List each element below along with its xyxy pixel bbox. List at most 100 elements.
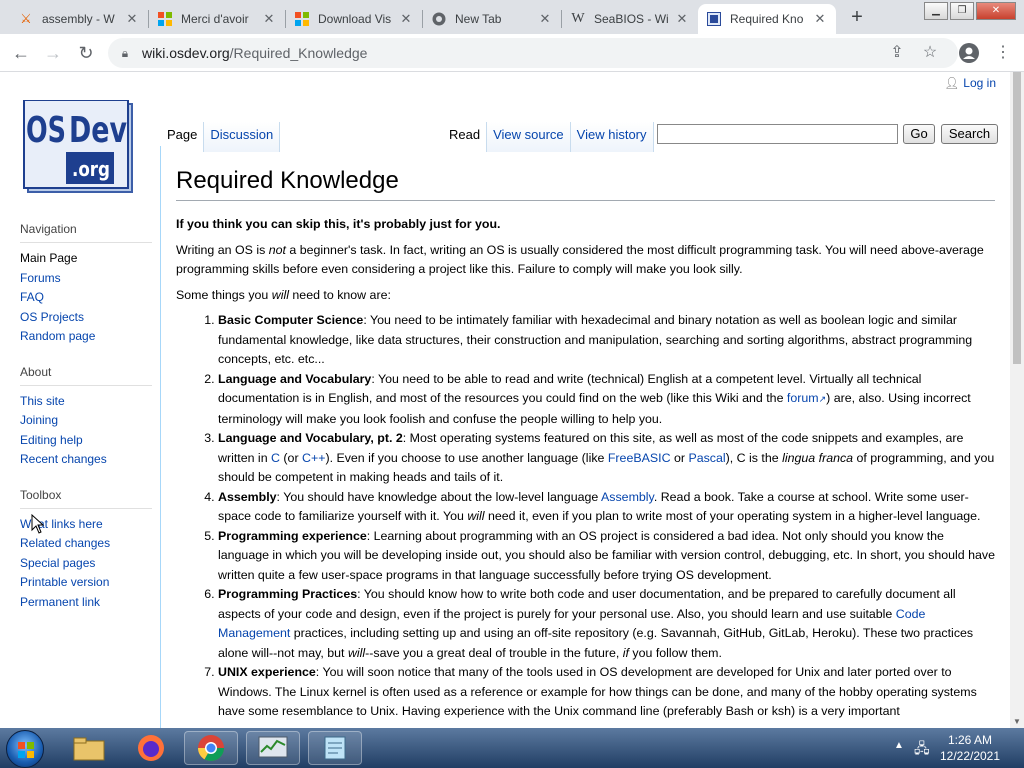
search-button[interactable]: Search (941, 124, 998, 144)
sidebar-item-editing-help[interactable]: Editing help (20, 431, 160, 451)
tab-title: Download Vis (318, 12, 392, 26)
address-bar[interactable]: 🔒︎ wiki.osdev.org/Required_Knowledge (108, 38, 958, 68)
new-tab-button[interactable]: + (845, 6, 869, 30)
sidebar-item-main-page[interactable]: Main Page (20, 249, 160, 269)
sidebar-item-this-site[interactable]: This site (20, 392, 160, 412)
item-heading: Programming experience (218, 528, 367, 543)
profile-avatar-icon[interactable] (956, 40, 982, 66)
user-icon: 👤︎ (944, 76, 960, 90)
tab-close-icon[interactable]: ✕ (537, 11, 553, 27)
freebasic-link[interactable]: FreeBASIC (608, 451, 671, 465)
firefox-icon[interactable] (124, 731, 178, 765)
sidebar-item-special-pages[interactable]: Special pages (20, 554, 160, 574)
tab-close-icon[interactable]: ✕ (812, 11, 828, 27)
maximize-button[interactable]: ❐ (950, 2, 974, 20)
login-link[interactable]: 👤︎ Log in (944, 76, 996, 90)
lead-bold: If you think you can skip this, it's pro… (176, 217, 501, 231)
windows-taskbar: ▲ 🖧︎ 1:26 AM 12/22/2021 (0, 728, 1024, 768)
sidebar-item-permanent-link[interactable]: Permanent link (20, 593, 160, 613)
list-item: Programming experience: Learning about p… (218, 527, 995, 586)
tab-close-icon[interactable]: ✕ (124, 11, 140, 27)
browser-tab[interactable]: ⚔ assembly - W ✕ (10, 4, 148, 34)
browser-tab[interactable]: Merci d'avoir ✕ (149, 4, 285, 34)
item-heading: UNIX experience (218, 665, 316, 679)
sidebar-item-forums[interactable]: Forums (20, 269, 160, 289)
browser-tab-strip: ⚔ assembly - W ✕ Merci d'avoir ✕ Downloa… (0, 0, 1024, 34)
file-explorer-icon[interactable] (62, 731, 116, 765)
tab-title: assembly - W (42, 12, 115, 26)
tab-read[interactable]: Read (443, 122, 488, 152)
taskbar-clock[interactable]: 1:26 AM 12/22/2021 (930, 732, 1010, 764)
assembly-link[interactable]: Assembly (601, 490, 654, 504)
page-tabs: Page Discussion (161, 122, 281, 152)
tab-title: Merci d'avoir (181, 12, 249, 26)
emphasis: will (271, 287, 289, 302)
item-heading: Language and Vocabulary (218, 371, 372, 386)
item-heading: Language and Vocabulary, pt. 2 (218, 431, 403, 445)
logo-text-os: OS (26, 110, 66, 151)
osdev-logo[interactable]: OS Dev .org (22, 99, 136, 196)
tab-close-icon[interactable]: ✕ (261, 11, 277, 27)
microsoft-icon (157, 11, 173, 27)
minimize-button[interactable]: ▁ (924, 2, 948, 20)
go-button[interactable]: Go (903, 124, 935, 144)
sidebar-item-random-page[interactable]: Random page (20, 327, 160, 347)
list-item: Assembly: You should have knowledge abou… (218, 488, 995, 527)
intro-paragraph: Writing an OS is not a beginner's task. … (176, 241, 995, 280)
item-text: ). Even if you choose to use another lan… (325, 450, 608, 465)
emphasis: not (268, 242, 286, 257)
tab-view-source[interactable]: View source (487, 122, 571, 152)
tray-expand-icon[interactable]: ▲ (894, 740, 904, 751)
tab-close-icon[interactable]: ✕ (398, 11, 414, 27)
item-text: you follow them. (628, 645, 722, 660)
notepad-icon[interactable] (308, 731, 362, 765)
scroll-down-icon[interactable]: ▼ (1010, 717, 1024, 726)
scrollbar-thumb[interactable] (1013, 72, 1021, 364)
cpp-link[interactable]: C++ (302, 451, 325, 465)
tab-discussion[interactable]: Discussion (204, 122, 281, 152)
article-content: Required Knowledge If you think you can … (161, 152, 1010, 728)
close-window-button[interactable]: ✕ (976, 2, 1016, 20)
emphasis: lingua franca (782, 450, 854, 465)
sidebar-item-faq[interactable]: FAQ (20, 288, 160, 308)
more-menu-icon[interactable]: ⋮ (990, 40, 1016, 66)
task-manager-icon[interactable] (246, 731, 300, 765)
tab-page[interactable]: Page (161, 122, 205, 152)
wikipedia-icon: W (571, 11, 585, 26)
browser-tab[interactable]: Download Vis ✕ (286, 4, 422, 34)
start-button[interactable] (6, 730, 44, 768)
forum-link[interactable]: forum↗ (787, 391, 826, 405)
tab-view-history[interactable]: View history (570, 122, 654, 152)
browser-toolbar: ← → ↻ 🔒︎ wiki.osdev.org/Required_Knowled… (0, 34, 1024, 72)
bookmark-star-icon[interactable]: ☆ (917, 40, 943, 66)
browser-tab[interactable]: W SeaBIOS - Wi ✕ (562, 4, 698, 34)
lead-paragraph: If you think you can skip this, it's pro… (176, 215, 995, 235)
tab-close-icon[interactable]: ✕ (674, 11, 690, 27)
chrome-taskbar-icon[interactable] (184, 731, 238, 765)
network-icon[interactable]: 🖧︎ (914, 738, 930, 762)
sidebar-item-recent-changes[interactable]: Recent changes (20, 450, 160, 470)
sidebar-item-printable-version[interactable]: Printable version (20, 573, 160, 593)
toolbox-heading: Toolbox (20, 488, 152, 509)
c-link[interactable]: C (271, 451, 280, 465)
sidebar-item-joining[interactable]: Joining (20, 411, 160, 431)
wiki-search-input[interactable] (657, 124, 898, 144)
pascal-link[interactable]: Pascal (688, 451, 725, 465)
share-icon[interactable]: ⇪ (884, 40, 910, 66)
forward-arrow-icon[interactable]: → (40, 40, 66, 66)
reload-icon[interactable]: ↻ (73, 40, 99, 66)
link-text: forum (786, 391, 819, 405)
text: need to know are: (288, 287, 391, 302)
browser-tab[interactable]: New Tab ✕ (423, 4, 561, 34)
list-item: UNIX experience: You will soon notice th… (218, 663, 995, 722)
chrome-icon (431, 11, 447, 27)
clock-date: 12/22/2021 (939, 749, 1001, 763)
toolbox-portlet: Toolbox What links here Related changes … (20, 488, 160, 613)
browser-tab-active[interactable]: Required Kno ✕ (698, 4, 836, 34)
sidebar-item-related-changes[interactable]: Related changes (20, 534, 160, 554)
back-arrow-icon[interactable]: ← (8, 40, 34, 66)
list-item: Programming Practices: You should know h… (218, 585, 995, 663)
logo-text-org: .org (72, 157, 110, 181)
vertical-scrollbar[interactable]: ▲ ▼ (1010, 72, 1024, 728)
sidebar-item-os-projects[interactable]: OS Projects (20, 308, 160, 328)
